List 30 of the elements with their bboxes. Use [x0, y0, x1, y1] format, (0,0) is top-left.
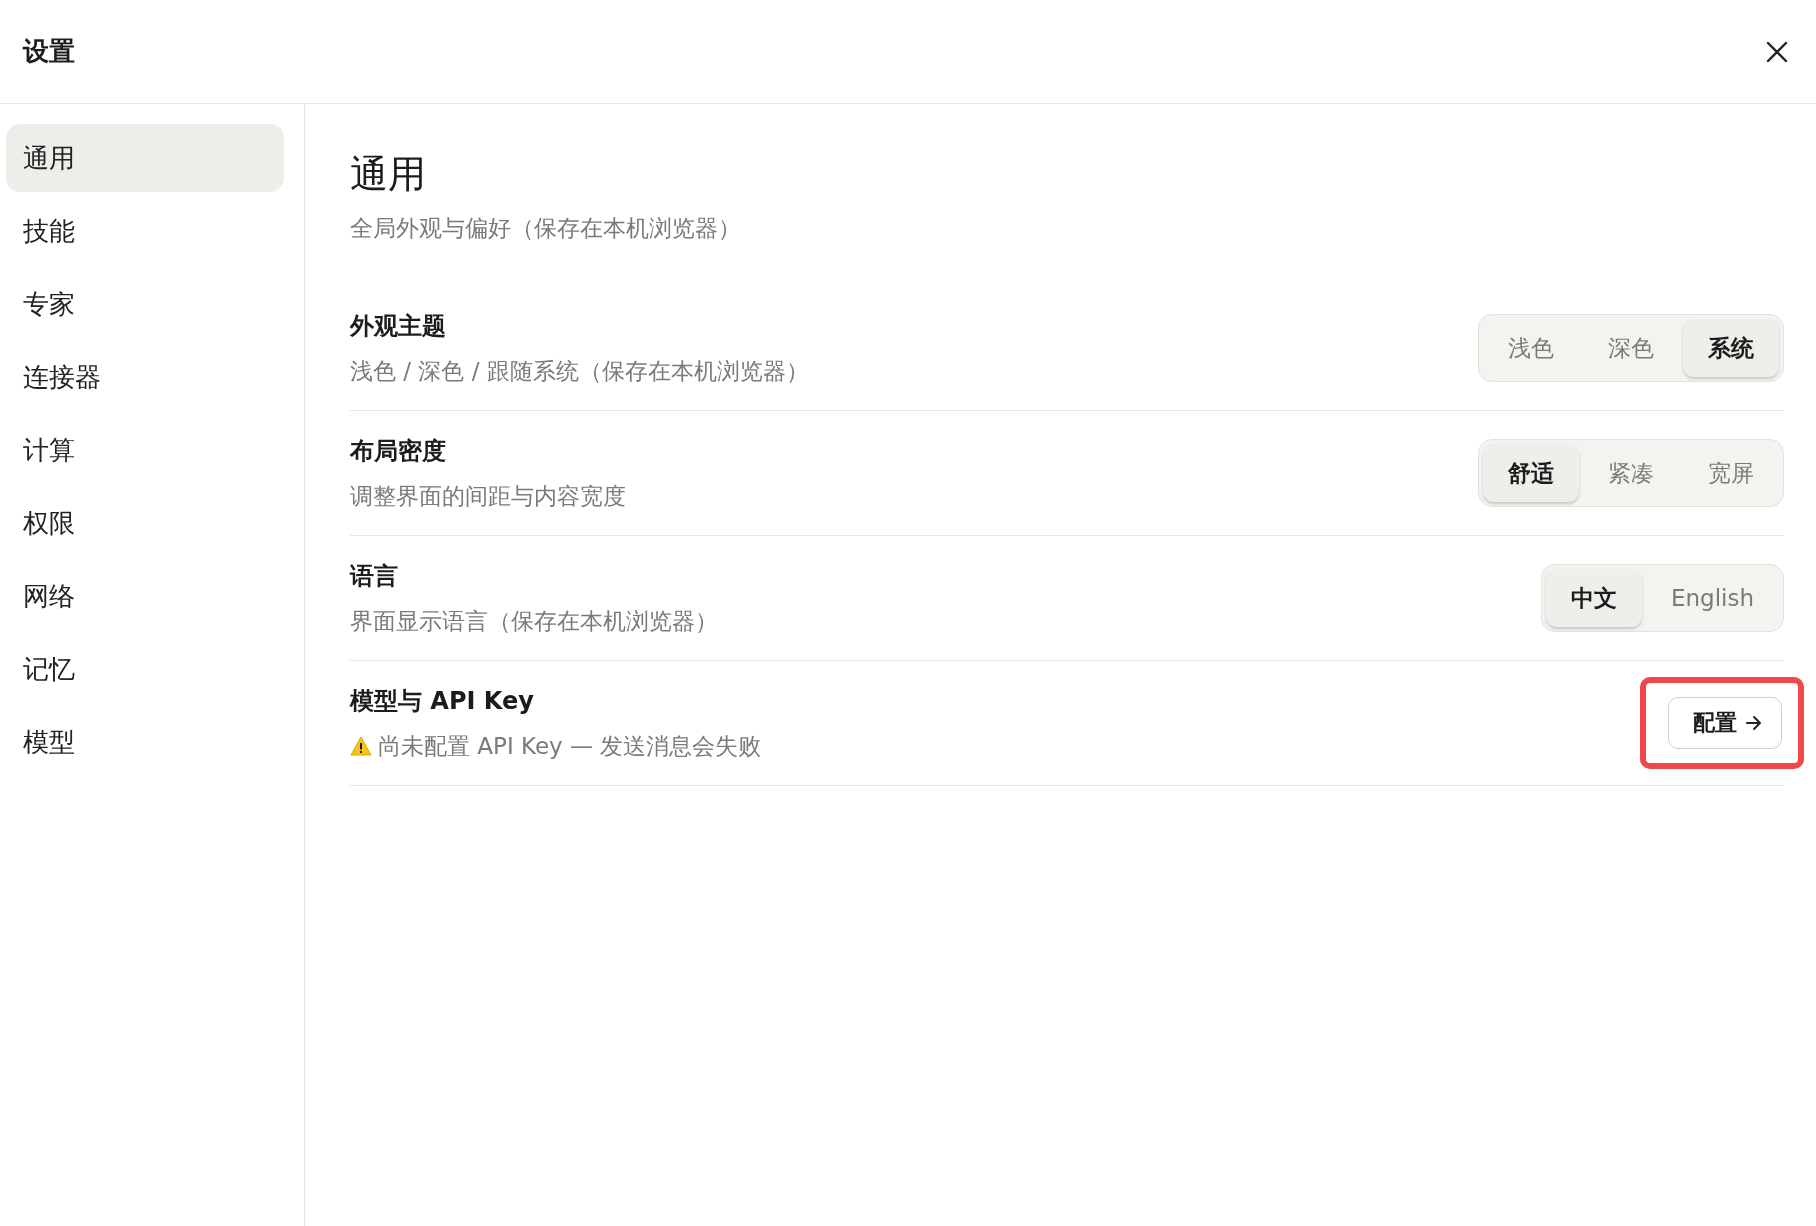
sidebar-item[interactable]: 通用: [6, 124, 284, 192]
sidebar-item[interactable]: 连接器: [6, 343, 284, 411]
setting-description: 界面显示语言（保存在本机浏览器）: [350, 606, 718, 636]
sidebar-item[interactable]: 专家: [6, 270, 284, 338]
sidebar-item[interactable]: 权限: [6, 489, 284, 557]
sidebar-item[interactable]: 网络: [6, 562, 284, 630]
sidebar-item[interactable]: 计算: [6, 416, 284, 484]
segment-option[interactable]: English: [1645, 569, 1779, 628]
setting-title: 布局密度: [350, 435, 447, 467]
page-title: 通用: [350, 151, 427, 198]
segment-option[interactable]: 系统: [1683, 319, 1779, 378]
setting-description: 调整界面的间距与内容宽度: [350, 481, 626, 511]
segment-option[interactable]: 紧凑: [1583, 444, 1679, 503]
setting-description: 尚未配置 API Key — 发送消息会失败: [378, 731, 762, 761]
segment-option[interactable]: 宽屏: [1683, 444, 1779, 503]
setting-title: 语言: [350, 560, 399, 592]
sidebar-item[interactable]: 技能: [6, 197, 284, 265]
page-subtitle: 全局外观与偏好（保存在本机浏览器）: [350, 214, 742, 244]
sidebar-item[interactable]: 记忆: [6, 635, 284, 703]
segment-option[interactable]: 浅色: [1483, 319, 1579, 378]
segment-option[interactable]: 深色: [1583, 319, 1679, 378]
setting-description: 浅色 / 深色 / 跟随系统（保存在本机浏览器）: [350, 356, 809, 386]
setting-title: 模型与 API Key: [350, 685, 535, 717]
window-title: 设置: [23, 35, 75, 68]
setting-title: 外观主题: [350, 310, 447, 342]
sidebar-item[interactable]: 模型: [6, 708, 284, 776]
arrow-icon: [1745, 715, 1763, 732]
configure-button[interactable]: 配置: [1668, 697, 1782, 750]
segment-option[interactable]: 舒适: [1483, 444, 1579, 503]
segment-option[interactable]: 中文: [1545, 569, 1642, 628]
